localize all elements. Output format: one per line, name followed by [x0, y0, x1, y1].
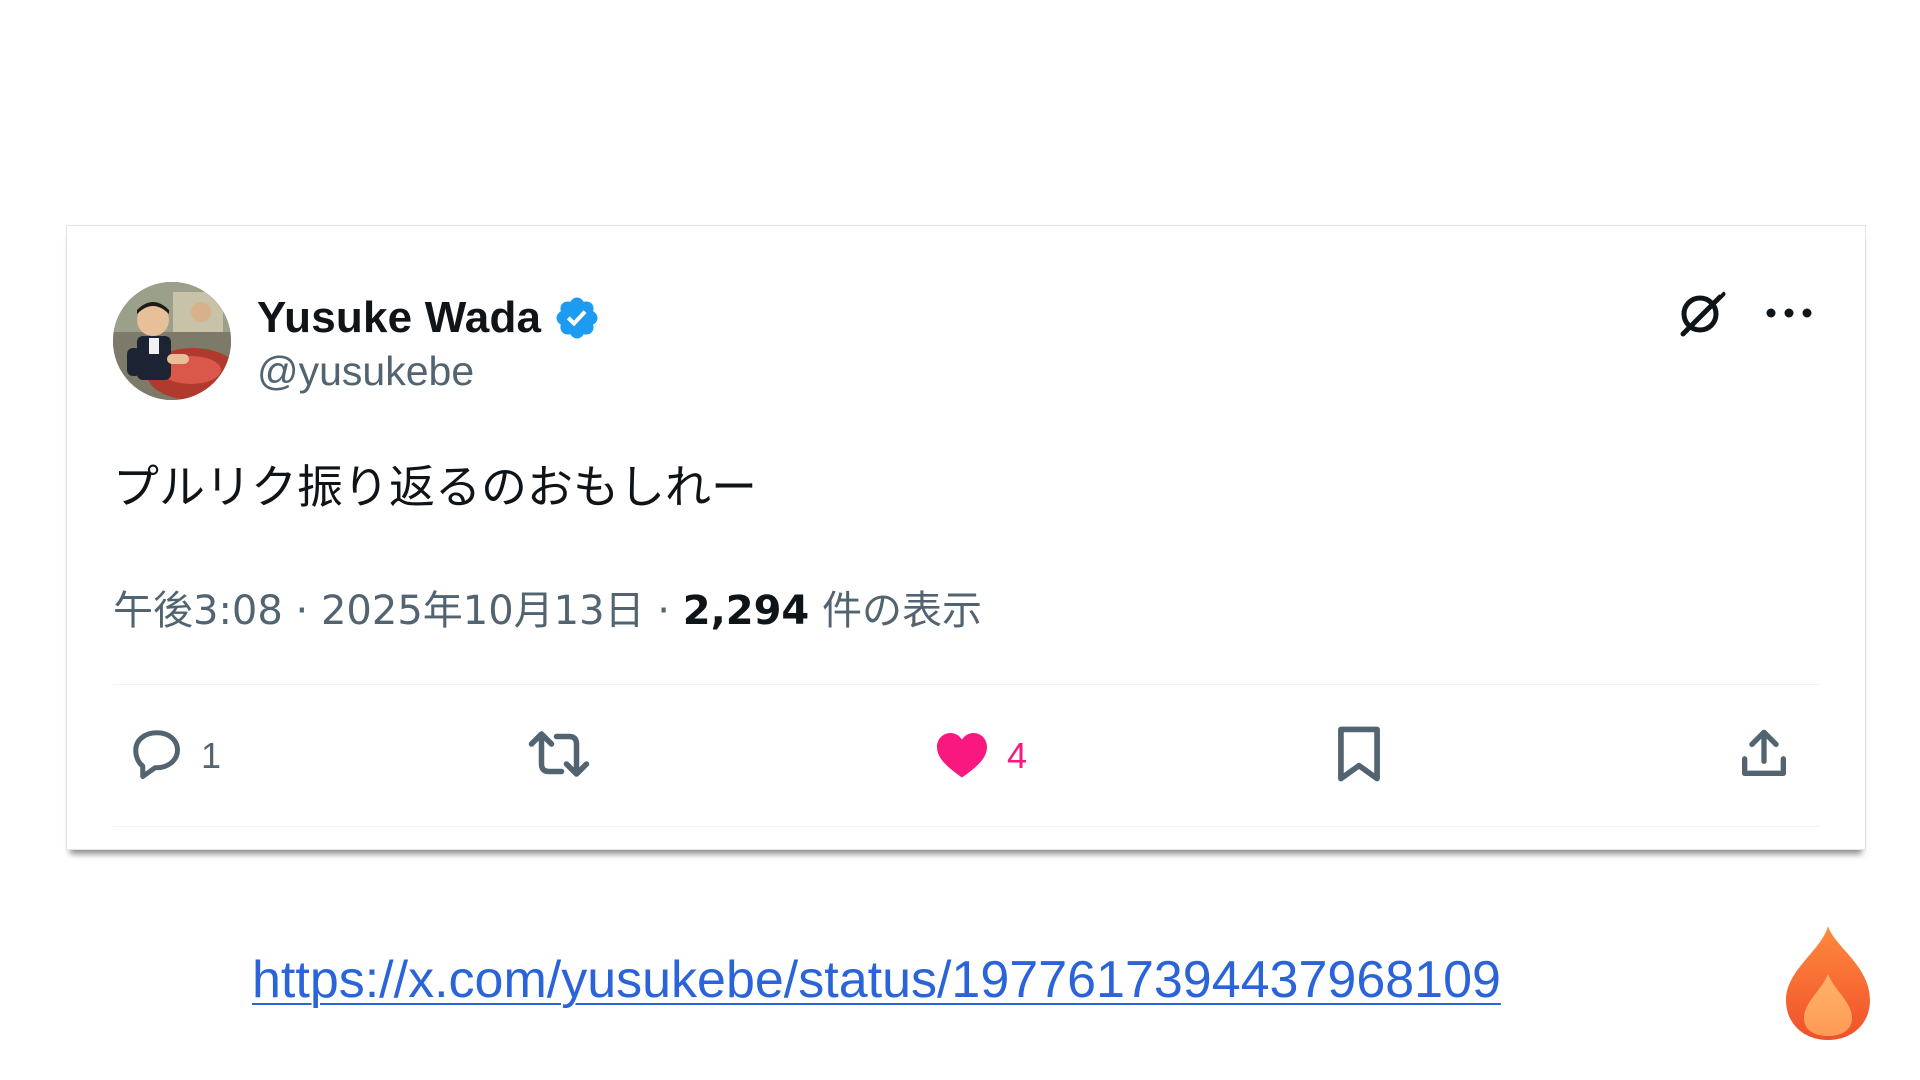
- author-handle[interactable]: @yusukebe: [257, 348, 474, 395]
- retweet-button[interactable]: [523, 696, 609, 816]
- bookmark-button[interactable]: [1333, 696, 1385, 816]
- avatar[interactable]: [113, 282, 231, 400]
- grok-icon[interactable]: [1675, 286, 1729, 344]
- tweet-url-link[interactable]: https://x.com/yusukebe/status/1977617394…: [252, 950, 1501, 1010]
- reply-count: 1: [201, 735, 222, 776]
- author-name-row[interactable]: Yusuke Wada: [257, 288, 601, 348]
- divider: [113, 684, 1819, 685]
- meta-separator: ·: [657, 588, 671, 634]
- action-bar: 1 4: [113, 696, 1819, 816]
- tweet-text: プルリク振り返るのおもしれー: [113, 460, 757, 514]
- tweet-card[interactable]: Yusuke Wada @yusukebe プルリク振り返るのおもしれー 午後3…: [66, 225, 1866, 850]
- slide: Yusuke Wada @yusukebe プルリク振り返るのおもしれー 午後3…: [0, 0, 1920, 1080]
- like-button[interactable]: 4: [931, 696, 1027, 816]
- tweet-meta: 午後3:08 · 2025年10月13日 · 2,294 件の表示: [113, 578, 982, 636]
- reply-button[interactable]: 1: [127, 696, 221, 816]
- divider: [113, 826, 1819, 827]
- display-name[interactable]: Yusuke Wada: [257, 293, 541, 343]
- share-icon: [1735, 723, 1793, 789]
- views-count: 2,294: [682, 588, 810, 634]
- share-button[interactable]: [1735, 696, 1793, 816]
- verified-badge-icon: [553, 294, 601, 342]
- more-icon[interactable]: [1765, 305, 1813, 325]
- bookmark-icon: [1333, 723, 1385, 789]
- top-actions: [1675, 286, 1813, 344]
- fire-icon: [1782, 924, 1874, 1042]
- tweet-date[interactable]: 2025年10月13日: [321, 588, 645, 634]
- meta-separator: ·: [295, 588, 309, 634]
- heart-icon: [931, 724, 993, 788]
- like-count: 4: [1007, 735, 1028, 776]
- views-label: 件の表示: [821, 588, 982, 634]
- avatar-photo: [113, 282, 231, 400]
- tweet-time[interactable]: 午後3:08: [113, 588, 283, 634]
- retweet-icon: [523, 724, 595, 788]
- reply-icon: [127, 724, 187, 788]
